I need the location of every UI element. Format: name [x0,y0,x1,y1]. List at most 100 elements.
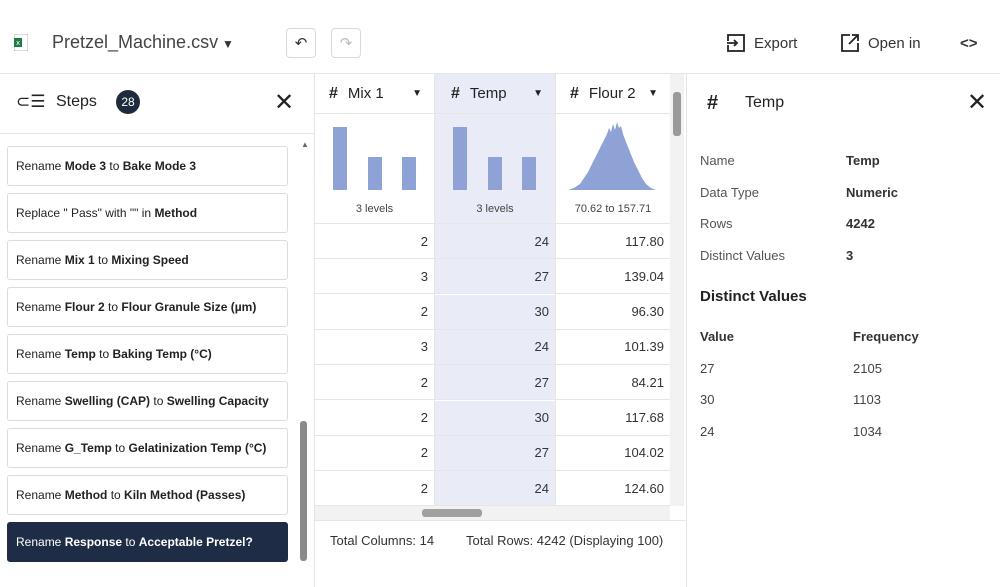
frequency-column-header: Frequency [853,329,919,344]
table-cell[interactable]: 3 [315,330,434,365]
prop-label-name: Name [700,153,735,168]
step-source: Mode 3 [64,159,107,173]
table-cell[interactable]: 104.02 [556,436,670,471]
level-bar [402,157,416,190]
table-cell[interactable]: 139.04 [556,259,670,295]
redo-button[interactable]: ↷ [331,28,361,58]
step-item[interactable]: Rename Swelling (CAP) to Swelling Capaci… [7,381,288,421]
step-item[interactable]: Rename Temp to Baking Temp (°C) [7,334,288,374]
chevron-down-icon[interactable]: ▼ [533,88,543,99]
step-text: to [150,394,167,408]
step-source: Flour 2 [64,300,105,314]
step-text: Rename [16,159,65,173]
export-button[interactable]: Export [726,32,797,54]
close-icon[interactable]: ✕ [274,88,294,117]
table-cell[interactable]: 117.80 [556,224,670,259]
step-text: Rename [16,488,65,502]
step-source: Method [64,488,108,502]
table-cell[interactable]: 84.21 [556,365,670,401]
step-item[interactable]: Rename Method to Kiln Method (Passes) [7,475,288,515]
distinct-value: 24 [700,424,715,439]
table-cell[interactable]: 2 [315,224,434,259]
table-cell[interactable]: 2 [315,365,434,401]
table-cell[interactable]: 30 [435,400,555,436]
step-target: Mixing Speed [111,253,189,267]
distinct-value: 27 [700,361,715,376]
code-icon: <> [960,34,978,52]
column-header-temp[interactable]: # Temp ▼ [435,74,555,114]
column-header-mix-1[interactable]: # Mix 1 ▼ [315,74,434,114]
level-bar [488,157,502,190]
step-text: to [107,488,125,502]
table-cell[interactable]: 3 [315,259,434,295]
steps-panel: ⊂☰ Steps 28 ✕ Rename Mode 3 to Bake Mode… [0,74,315,587]
numeric-type-icon: # [329,84,338,102]
redo-icon: ↷ [339,35,353,52]
scroll-up-arrow-icon[interactable]: ▲ [301,140,309,149]
chevron-down-icon[interactable]: ▼ [412,88,422,99]
step-text: Rename [16,300,65,314]
open-in-button[interactable]: Open in [840,32,921,54]
table-cell[interactable]: 117.68 [556,401,670,436]
step-item[interactable]: Replace " Pass" with "" in Method [7,193,288,233]
column-details-panel: # Temp ✕ Name Temp Data Type Numeric Row… [686,74,1000,587]
step-item[interactable]: Rename Response to Acceptable Pretzel? [7,522,288,562]
step-text: Rename [16,394,65,408]
export-label: Export [754,34,798,52]
table-cell[interactable]: 2 [315,471,434,507]
code-view-button[interactable]: <> [960,32,978,54]
open-external-icon [841,34,859,52]
step-item[interactable]: Rename Mix 1 to Mixing Speed [7,240,288,280]
undo-button[interactable]: ↶ [286,28,316,58]
prop-value-data-type: Numeric [846,185,899,200]
step-item[interactable]: Rename Mode 3 to Bake Mode 3 [7,146,288,186]
table-cell[interactable]: 27 [435,259,555,295]
steps-scrollbar-thumb[interactable] [300,421,307,561]
table-cell[interactable]: 24 [435,471,555,507]
prop-value-name: Temp [846,153,880,168]
step-target: Acceptable Pretzel? [138,535,253,549]
column-name: Flour 2 [588,85,636,102]
grid-vertical-scrollbar-thumb[interactable] [673,92,681,136]
prop-label-data-type: Data Type [700,185,760,200]
step-item[interactable]: Rename G_Temp to Gelatinization Temp (°C… [7,428,288,468]
distinct-value: 30 [700,392,715,407]
chevron-down-icon[interactable]: ▼ [648,88,658,99]
total-rows: Total Rows: 4242 (Displaying 100) [466,533,664,548]
grid-horizontal-scrollbar[interactable] [315,506,670,520]
column-summary-flour-2: 70.62 to 157.71 [556,114,670,224]
export-icon [726,34,745,52]
table-cell[interactable]: 124.60 [556,471,670,507]
file-name[interactable]: Pretzel_Machine.csv [52,32,218,53]
prop-label-rows: Rows [700,216,733,231]
data-grid: # Mix 1 ▼ # Temp ▼ # Flour 2 ▼ 3 levels … [315,74,685,587]
grid-horizontal-scrollbar-thumb[interactable] [422,509,482,517]
steps-title: Steps [56,93,97,110]
table-cell[interactable]: 24 [435,329,555,365]
distinct-frequency: 1103 [853,392,881,407]
table-cell[interactable]: 2 [315,295,434,330]
step-target: Bake Mode 3 [122,159,197,173]
table-cell[interactable]: 96.30 [556,295,670,330]
table-cell[interactable]: 101.39 [556,330,670,365]
step-item[interactable]: Rename Flour 2 to Flour Granule Size (µm… [7,287,288,327]
step-source: Response [64,535,123,549]
close-icon[interactable]: ✕ [967,88,987,117]
chevron-down-icon[interactable]: ▼ [222,37,234,51]
table-cell[interactable]: 27 [435,365,555,401]
step-text: Replace " Pass" with "" in [16,206,155,220]
column-header-flour-2[interactable]: # Flour 2 ▼ [556,74,670,114]
numeric-type-icon: # [451,84,460,102]
step-text: to [106,159,123,173]
table-cell[interactable]: 30 [435,294,555,330]
total-columns: Total Columns: 14 [330,533,435,548]
step-target: Flour Granule Size (µm) [121,300,257,314]
table-cell[interactable]: 2 [315,401,434,436]
grid-vertical-scrollbar[interactable] [670,74,684,506]
table-cell[interactable]: 24 [435,224,555,259]
table-cell[interactable]: 2 [315,436,434,471]
step-target: Kiln Method (Passes) [124,488,246,502]
distinct-frequency: 1034 [853,424,882,439]
table-cell[interactable]: 27 [435,435,555,471]
prop-value-rows: 4242 [846,216,875,231]
